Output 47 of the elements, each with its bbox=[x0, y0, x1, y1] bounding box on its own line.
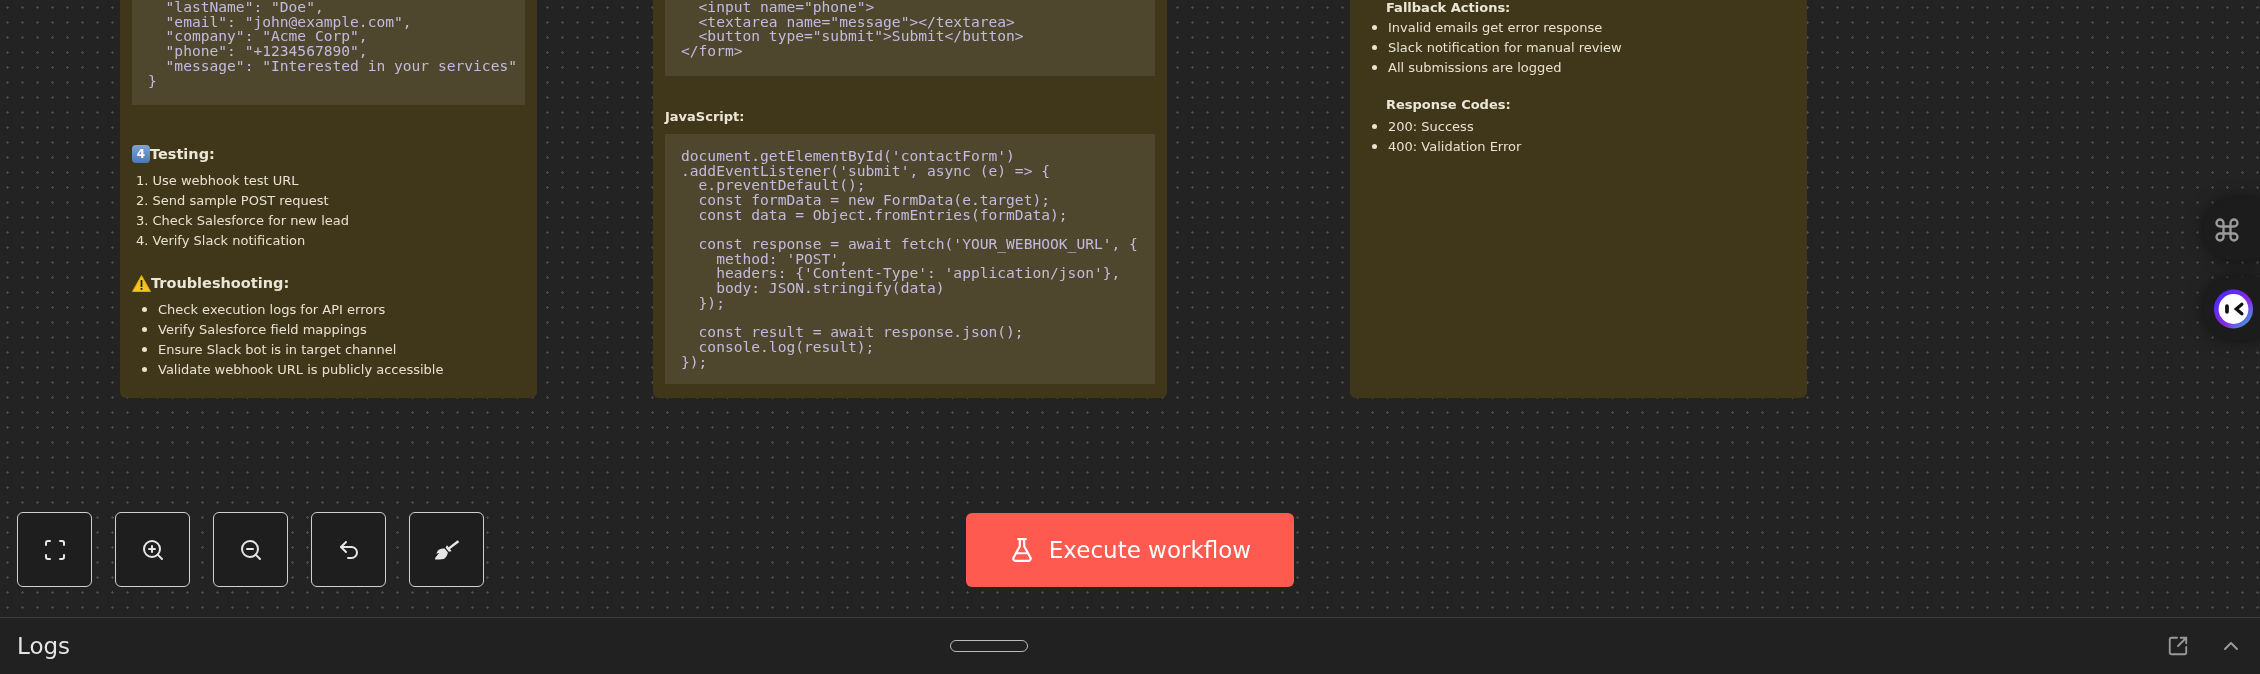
code-block: "lastName": "Doe", "email": "john@example.com", "company": "Acme Corp", "phone": "+1234567890", "message": "Interested in your services" } bbox=[132, 0, 525, 106]
section-heading: Troubleshooting: bbox=[151, 275, 290, 292]
list-item: Verify Salesforce field mappings bbox=[158, 321, 367, 337]
list-item: 3. Check Salesforce for new lead bbox=[135, 211, 350, 230]
list-item: All submissions are logged bbox=[1388, 59, 1562, 75]
undo-button[interactable] bbox=[311, 512, 386, 587]
zoom-out-button[interactable] bbox=[213, 512, 288, 587]
fit-view-button[interactable] bbox=[17, 512, 92, 587]
open-external-button[interactable] bbox=[2167, 635, 2189, 657]
list-item: 4. Verify Slack notification bbox=[135, 231, 307, 250]
section-label: JavaScript: bbox=[665, 108, 746, 125]
bullet-icon bbox=[1372, 123, 1377, 129]
section-heading: Testing: bbox=[150, 146, 215, 163]
zoom-out-icon bbox=[238, 537, 263, 562]
bullet-icon bbox=[142, 346, 147, 352]
warning-icon bbox=[132, 274, 151, 292]
bullet-icon bbox=[142, 326, 147, 332]
bullet-icon bbox=[1372, 24, 1377, 30]
bullet-icon bbox=[142, 306, 147, 312]
bot-face-icon bbox=[2213, 286, 2254, 331]
code-block: <input name="phone"> <textarea name="message"></textarea> <button type="submit">Submit</button> </form> bbox=[665, 0, 1155, 76]
bullet-icon bbox=[1372, 44, 1377, 50]
clear-button[interactable] bbox=[409, 512, 484, 587]
list-item: Invalid emails get error response bbox=[1388, 19, 1603, 35]
bullet-icon bbox=[1372, 143, 1377, 149]
list-item: 400: Validation Error bbox=[1388, 138, 1522, 154]
bullet-icon bbox=[142, 366, 147, 372]
list-item: 1. Use webhook test URL bbox=[135, 171, 300, 190]
broom-icon bbox=[434, 537, 459, 562]
keycap-icon: 4 bbox=[132, 145, 150, 164]
fit-view-icon bbox=[42, 537, 67, 562]
code-block: document.getElementById('contactForm') .addEventListener('submit', async (e) => { e.preventDefault(); const formData = new FormData(e.target); const data = Object.fromEntries(formData); const response = await fetch('YOUR_WEBHOOK_URL', { method: 'POST', headers: {'Content-Type': 'application/json'}, body: JSON.stringify(data) }); const result = await response.json(); console.log(result); }); bbox=[665, 133, 1155, 385]
list-item: Slack notification for manual review bbox=[1388, 39, 1622, 55]
command-icon bbox=[2213, 215, 2241, 244]
list-item: Check execution logs for API errors bbox=[158, 301, 386, 317]
list-item: Validate webhook URL is publicly accessible bbox=[158, 361, 444, 377]
list-item: 200: Success bbox=[1388, 118, 1474, 134]
external-link-icon bbox=[2167, 635, 2189, 657]
list-item: 2. Send sample POST request bbox=[135, 191, 330, 210]
logs-title: Logs bbox=[17, 633, 72, 659]
section-label: Fallback Actions: bbox=[1386, 0, 1512, 15]
bullet-icon bbox=[1372, 64, 1377, 70]
zoom-in-button[interactable] bbox=[115, 512, 190, 587]
list-item: Ensure Slack bot is in target channel bbox=[158, 341, 397, 357]
section-label: Response Codes: bbox=[1386, 97, 1512, 112]
zoom-in-icon bbox=[140, 537, 165, 562]
execute-workflow-button[interactable]: Execute workflow bbox=[966, 512, 1294, 587]
